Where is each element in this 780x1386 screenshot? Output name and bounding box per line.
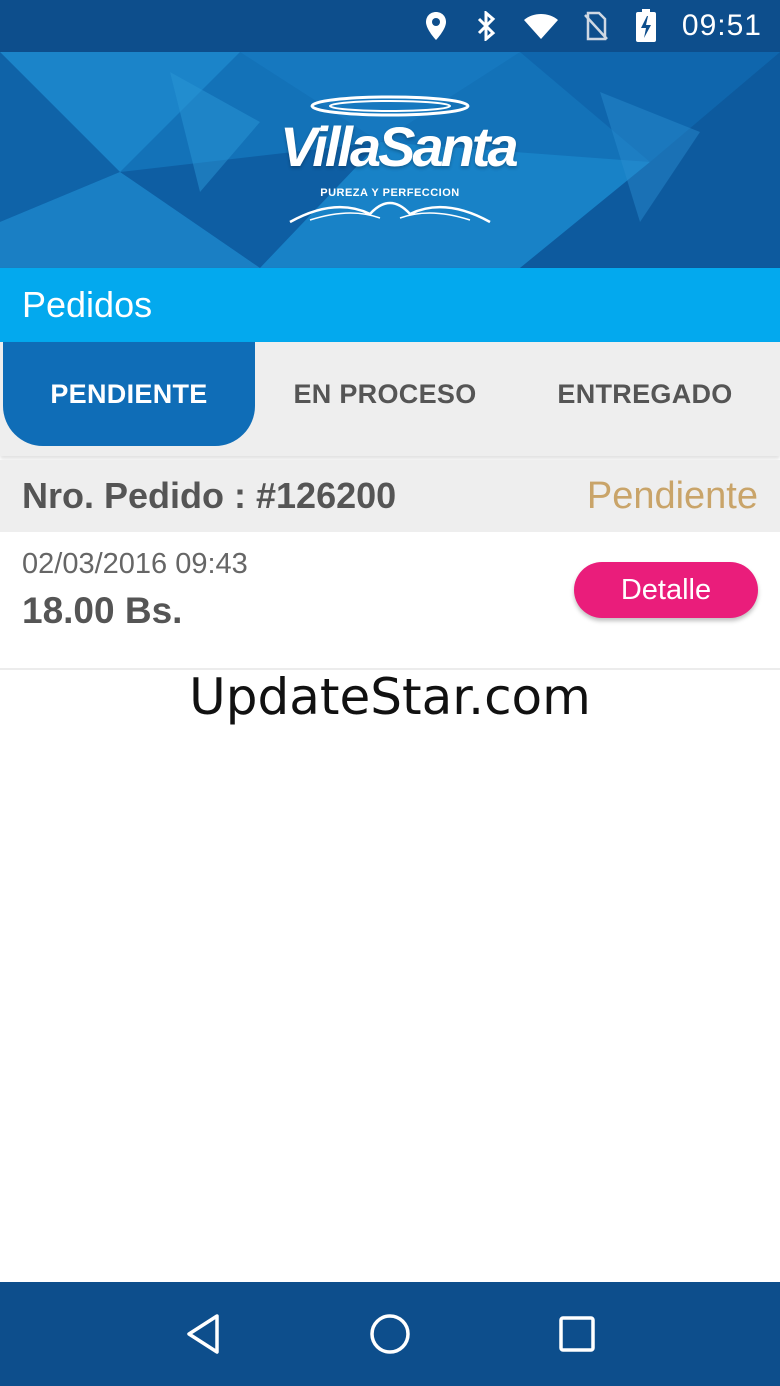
back-icon[interactable] (173, 1304, 233, 1364)
page-title: Pedidos (22, 284, 153, 325)
list-item: 02/03/2016 09:43 18.00 Bs. Detalle (0, 532, 780, 670)
order-status: Pendiente (586, 474, 758, 517)
app-title-bar: Pedidos (0, 268, 780, 342)
home-icon[interactable] (360, 1304, 420, 1364)
recents-icon[interactable] (547, 1304, 607, 1364)
villasanta-logo: VillaSanta PUREZA Y PERFECCION (280, 92, 519, 232)
header-banner: VillaSanta PUREZA Y PERFECCION (0, 52, 780, 268)
wifi-icon (522, 11, 560, 41)
tab-pendiente[interactable]: PENDIENTE (3, 342, 255, 446)
watermark: UpdateStar.com (189, 668, 591, 726)
detail-button[interactable]: Detalle (574, 562, 758, 618)
order-amount: 18.00 Bs. (22, 590, 183, 631)
location-icon (422, 11, 450, 41)
clock: 09:51 (681, 9, 762, 42)
order-status-tabs: PENDIENTE EN PROCESO ENTREGADO (0, 342, 780, 456)
order-number: Nro. Pedido : #126200 (22, 475, 397, 516)
bluetooth-icon (472, 11, 500, 41)
tab-en-proceso[interactable]: EN PROCESO (255, 342, 515, 446)
tab-entregado[interactable]: ENTREGADO (515, 342, 775, 446)
no-sim-icon (582, 11, 610, 41)
battery-charging-icon (632, 9, 660, 42)
system-nav-bar (0, 1282, 780, 1386)
order-datetime: 02/03/2016 09:43 (22, 548, 248, 580)
status-bar: 09:51 (0, 0, 780, 52)
order-header: Nro. Pedido : #126200 Pendiente (0, 460, 780, 532)
